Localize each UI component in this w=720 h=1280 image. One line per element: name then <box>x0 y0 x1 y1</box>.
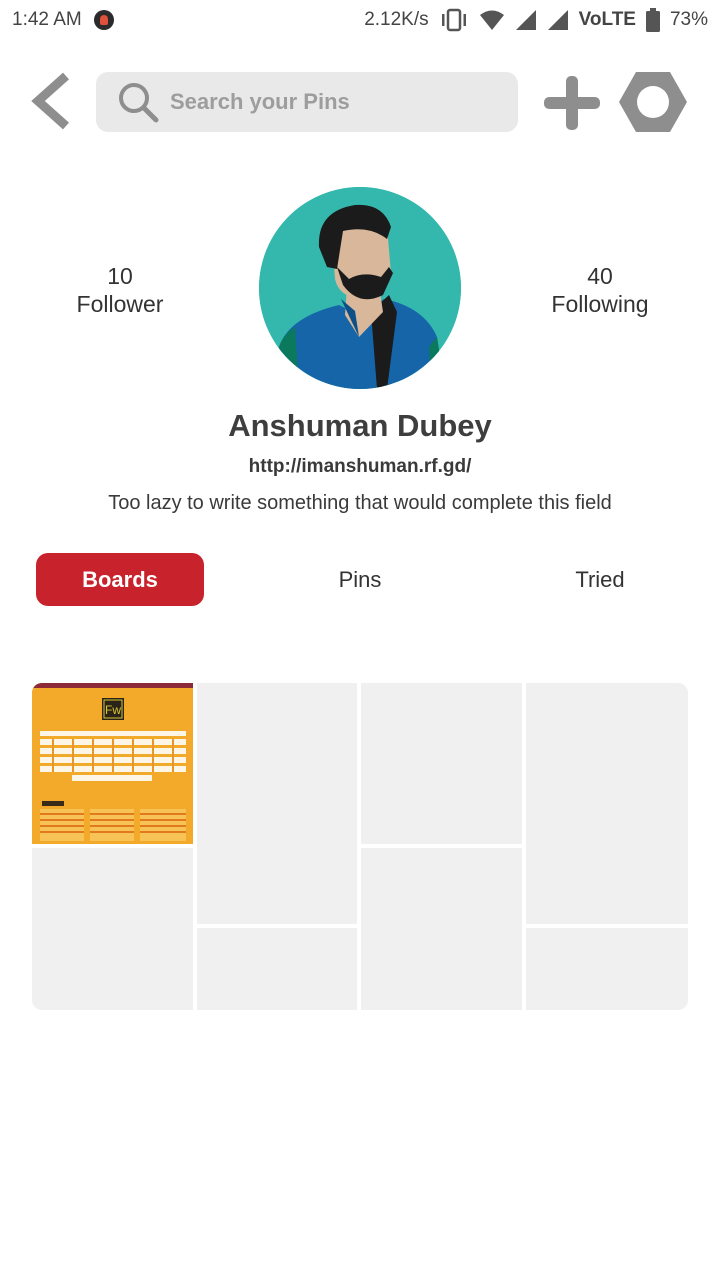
back-button[interactable] <box>28 70 78 132</box>
tab-pins[interactable]: Pins <box>276 553 444 606</box>
followers-label: Follower <box>76 291 164 317</box>
tab-boards[interactable]: Boards <box>36 553 204 606</box>
search-box[interactable] <box>96 72 518 132</box>
board-tile <box>32 848 193 1010</box>
battery-percent: 73% <box>669 9 708 30</box>
profile-url-link[interactable]: http://imanshuman.rf.gd/ <box>0 456 720 478</box>
board-tile <box>197 928 357 1010</box>
board-tile <box>197 683 357 924</box>
profile-bio: Too lazy to write something that would c… <box>108 492 612 514</box>
status-right: 2.12K/s VoLTE 73% <box>364 8 708 32</box>
signal-icon <box>515 10 536 30</box>
followers-stat[interactable]: 10 Follower <box>40 262 200 318</box>
following-stat[interactable]: 40 Following <box>520 262 680 318</box>
board-tile <box>361 683 522 844</box>
board-tile <box>526 928 688 1010</box>
followers-count: 10 <box>107 263 133 289</box>
status-left: 1:42 AM <box>12 9 114 31</box>
board-tile <box>526 683 688 924</box>
notification-icon <box>93 10 114 30</box>
settings-button[interactable] <box>618 70 688 134</box>
status-time: 1:42 AM <box>12 9 82 30</box>
search-icon <box>119 83 159 123</box>
fw-badge: Fw <box>105 703 121 717</box>
following-count: 40 <box>587 263 613 289</box>
battery-icon <box>645 8 660 32</box>
tab-tried[interactable]: Tried <box>516 553 684 606</box>
avatar[interactable] <box>259 187 461 389</box>
network-speed: 2.12K/s <box>364 9 429 30</box>
board-collage[interactable]: Fw <box>32 683 688 1010</box>
toolbar <box>0 70 720 134</box>
wifi-icon <box>479 10 504 30</box>
signal-icon-2 <box>547 10 568 30</box>
plus-icon <box>544 76 600 130</box>
settings-hexagon-icon <box>619 72 687 132</box>
avatar-illustration <box>259 187 461 389</box>
add-button[interactable] <box>542 74 602 132</box>
search-input[interactable] <box>170 89 490 115</box>
back-icon <box>31 72 69 130</box>
board-cover-thumbnail: Fw <box>32 683 193 844</box>
profile-name: Anshuman Dubey <box>228 408 492 443</box>
status-bar: 1:42 AM 2.12K/s VoLTE 73% <box>0 0 720 40</box>
fireworks-shortcuts-image: Fw <box>32 683 193 844</box>
vibrate-icon <box>441 8 466 32</box>
following-label: Following <box>551 291 649 317</box>
network-type: VoLTE <box>578 9 636 30</box>
board-tile <box>361 848 522 1010</box>
